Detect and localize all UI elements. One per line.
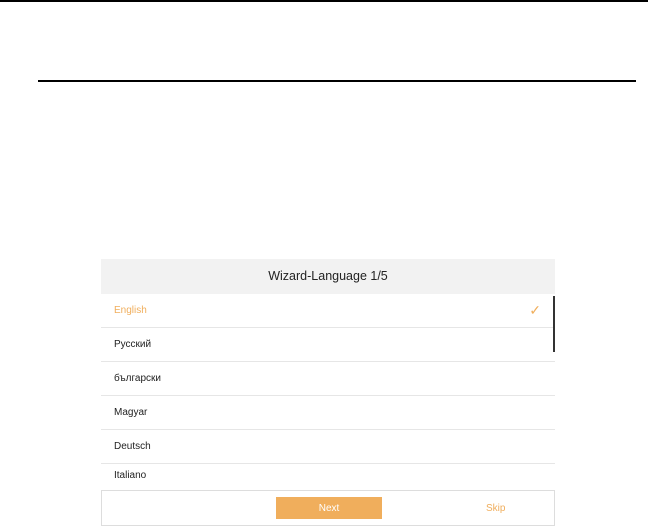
language-list[interactable]: English ✓ Русский български Magyar Deuts…: [101, 294, 555, 490]
next-button[interactable]: Next: [276, 497, 382, 519]
top-divider: [0, 0, 648, 2]
language-wizard-dialog: Wizard-Language 1/5 English ✓ Русский бъ…: [101, 259, 555, 526]
language-item-italian[interactable]: Italiano: [101, 464, 555, 490]
language-label: Magyar: [114, 407, 148, 418]
check-icon: ✓: [529, 302, 541, 318]
language-item-hungarian[interactable]: Magyar: [101, 396, 555, 430]
language-item-english[interactable]: English ✓: [101, 294, 555, 328]
dialog-footer: Next Skip: [101, 490, 555, 526]
language-label: English: [114, 305, 147, 316]
language-item-german[interactable]: Deutsch: [101, 430, 555, 464]
section-divider: [38, 80, 636, 82]
scrollbar[interactable]: [553, 296, 555, 352]
skip-button[interactable]: Skip: [480, 497, 511, 519]
dialog-title: Wizard-Language 1/5: [101, 259, 555, 294]
language-item-russian[interactable]: Русский: [101, 328, 555, 362]
language-label: Italiano: [114, 470, 147, 481]
language-label: Русский: [114, 339, 152, 350]
language-label: Deutsch: [114, 441, 151, 452]
language-label: български: [114, 373, 161, 384]
language-item-bulgarian[interactable]: български: [101, 362, 555, 396]
